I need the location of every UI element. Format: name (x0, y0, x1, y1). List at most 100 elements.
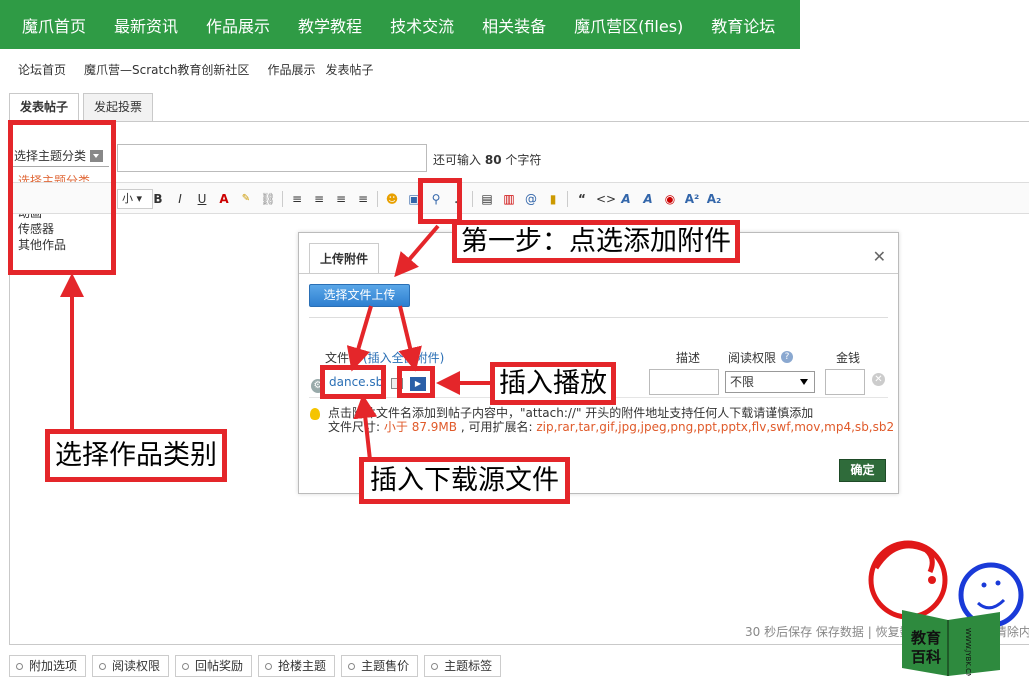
toolbar-separator (377, 191, 378, 207)
tab-label: 主题售价 (361, 659, 410, 673)
breadcrumb: 论坛首页 魔爪营—Scratch教育创新社区 作品展示 发表帖子 (18, 61, 373, 78)
radio-icon (431, 662, 439, 670)
breadcrumb-current: 发表帖子 (325, 63, 374, 77)
annotation-box-play (397, 366, 435, 398)
quote-icon[interactable]: “ (574, 191, 590, 207)
paste-icon[interactable]: ▮ (545, 191, 561, 207)
column-money: 金钱 (836, 351, 861, 365)
title-hint-suffix: 个字符 (505, 153, 542, 167)
tab-label: 回帖奖励 (195, 659, 244, 673)
flash-icon[interactable]: ▥ (501, 191, 517, 207)
subscript-icon[interactable]: A₂ (706, 191, 722, 207)
title-char-hint: 还可输入 80 个字符 (433, 151, 541, 168)
tab-label: 阅读权限 (112, 659, 161, 673)
align-center-icon[interactable]: ≡ (311, 191, 327, 207)
tab-label: 主题标签 (444, 659, 493, 673)
top-nav: 魔爪首页 最新资讯 作品展示 教学教程 技术交流 相关装备 魔爪营区(files… (0, 0, 800, 49)
font-color-icon[interactable]: A (216, 191, 232, 207)
toolbar-separator (567, 191, 568, 207)
logo-text-cn: 教育 (910, 629, 941, 647)
annotation-insert-play: 插入播放 (490, 362, 616, 405)
close-icon[interactable]: ✕ (873, 247, 886, 266)
font-size-select[interactable]: 小 ▾ (117, 189, 153, 209)
italic-icon[interactable]: I (172, 191, 188, 207)
extra-options-bar: 附加选项 阅读权限 回帖奖励 抢楼主题 主题售价 主题标签 (9, 655, 502, 677)
tab-read-permission[interactable]: 阅读权限 (92, 655, 170, 677)
dialog-tab-upload[interactable]: 上传附件 (309, 243, 380, 273)
read-permission-value: 不限 (730, 375, 755, 389)
post-tabs: 发表帖子 发起投票 (9, 93, 157, 122)
nav-item-works[interactable]: 作品展示 (192, 13, 284, 37)
align-left-icon[interactable]: ≡ (289, 191, 305, 207)
title-hint-count: 80 (484, 153, 502, 167)
editor-toolbar: 小 ▾ B I U A ✎ ⛓ ≡ ≡ ≡ ≡ ☻ ▣ ⚲ ♪ ▤ ▥ @ ▮ … (9, 182, 1029, 214)
column-read-permission: 阅读权限 (728, 351, 777, 365)
code-icon[interactable]: <> (596, 191, 616, 207)
underline-icon[interactable]: U (194, 191, 210, 207)
column-filename: 文件名 (325, 351, 362, 365)
nav-item-tutorials[interactable]: 教学教程 (284, 13, 376, 37)
read-permission-select[interactable]: 不限 (725, 371, 815, 393)
help-icon[interactable]: ? (781, 351, 793, 363)
annotation-box-filename (320, 365, 386, 399)
delete-icon[interactable]: ✕ (872, 373, 885, 386)
nav-item-files[interactable]: 魔爪营区(files) (560, 13, 697, 37)
nav-item-equipment[interactable]: 相关装备 (468, 13, 560, 37)
tab-floor-topic[interactable]: 抢楼主题 (258, 655, 336, 677)
toolbar-separator (472, 191, 473, 207)
tab-new-poll[interactable]: 发起投票 (83, 93, 154, 121)
font-icon[interactable]: A (618, 191, 634, 207)
nav-item-home[interactable]: 魔爪首页 (0, 13, 100, 37)
align-justify-icon[interactable]: ≡ (355, 191, 371, 207)
breadcrumb-community[interactable]: 魔爪营—Scratch教育创新社区 (84, 61, 249, 78)
insert-all-attachments-link[interactable]: (插入全部附件) (363, 349, 444, 366)
description-input[interactable] (649, 369, 719, 395)
tab-label: 抢楼主题 (278, 659, 327, 673)
tab-extra-options[interactable]: 附加选项 (9, 655, 87, 677)
extensions-label: , 可用扩展名: (460, 420, 533, 434)
logo-text-cn-2: 百科 (911, 648, 941, 666)
confirm-button[interactable]: 确定 (839, 459, 886, 482)
at-icon[interactable]: @ (523, 191, 539, 207)
title-hint-prefix: 还可输入 (433, 153, 482, 167)
allowed-extensions: zip,rar,tar,gif,jpg,jpeg,png,ppt,pptx,fl… (536, 420, 895, 434)
bold-icon[interactable]: B (150, 191, 166, 207)
tab-topic-price[interactable]: 主题售价 (341, 655, 419, 677)
annotation-box-category (8, 120, 116, 275)
tab-label: 附加选项 (29, 659, 78, 673)
font-style-icon[interactable]: A (640, 191, 656, 207)
money-input[interactable] (825, 369, 865, 395)
tab-new-post[interactable]: 发表帖子 (9, 93, 80, 122)
tab-reply-reward[interactable]: 回帖奖励 (175, 655, 253, 677)
superscript-icon[interactable]: A² (684, 191, 700, 207)
annotation-box-attachment (418, 178, 462, 224)
breadcrumb-forum-home[interactable]: 论坛首页 (18, 61, 66, 78)
highlight-icon[interactable]: ✎ (238, 191, 254, 207)
breadcrumb-works[interactable]: 作品展示 (267, 61, 315, 78)
tab-topic-tags[interactable]: 主题标签 (424, 655, 502, 677)
title-input[interactable] (117, 144, 427, 172)
annotation-select-category: 选择作品类别 (45, 429, 227, 482)
file-size-limit: 小于 87.9MB (383, 420, 457, 434)
jybk-logo: 教育 百科 WWW.JYBK.CN (868, 540, 1024, 676)
link-icon[interactable]: ⛓ (260, 191, 276, 207)
video-icon[interactable]: ▤ (479, 191, 495, 207)
radio-icon (16, 662, 23, 670)
select-file-upload-button[interactable]: 选择文件上传 (309, 284, 410, 307)
nav-item-tech[interactable]: 技术交流 (376, 13, 468, 37)
radio-icon (265, 662, 273, 670)
align-right-icon[interactable]: ≡ (333, 191, 349, 207)
file-size-label: 文件尺寸: (328, 420, 381, 434)
nav-item-news[interactable]: 最新资讯 (100, 13, 192, 37)
emoji-icon[interactable]: ☻ (384, 191, 400, 207)
qq-icon[interactable]: ◉ (662, 191, 678, 207)
logo-text-url: WWW.JYBK.CN (964, 628, 972, 676)
radio-icon (99, 662, 107, 670)
annotation-step1: 第一步：点选添加附件 (452, 220, 740, 263)
dialog-divider (309, 317, 888, 318)
file-size-note: 文件尺寸: 小于 87.9MB , 可用扩展名: zip,rar,tar,gif… (328, 420, 894, 434)
nav-item-forum[interactable]: 教育论坛 (697, 13, 789, 37)
column-description: 描述 (676, 351, 701, 365)
annotation-insert-download: 插入下载源文件 (359, 457, 570, 504)
dialog-tab-divider (299, 273, 898, 274)
